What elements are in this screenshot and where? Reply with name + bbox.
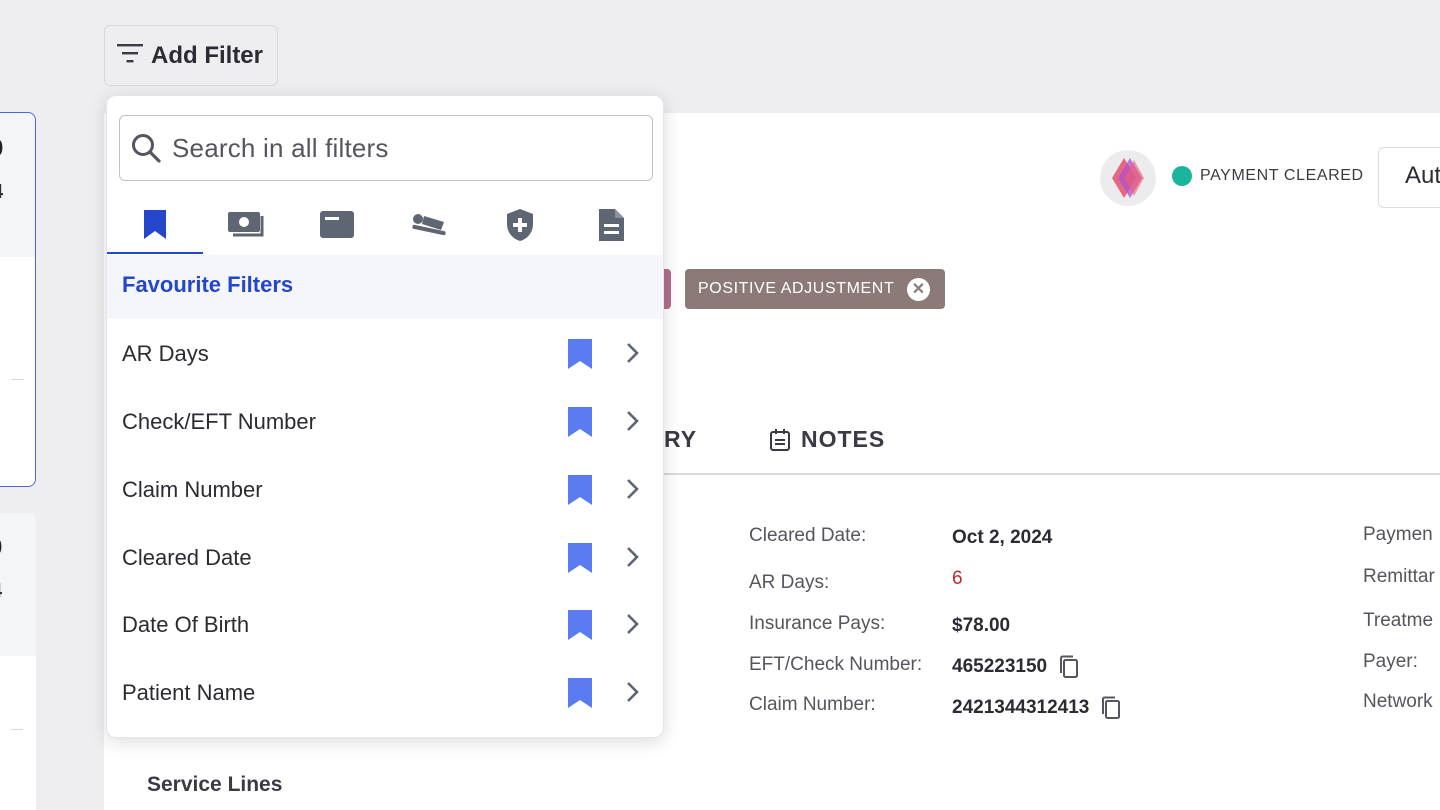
filter-item-label: Cleared Date	[122, 545, 252, 570]
payer-logo	[1100, 150, 1156, 206]
chevron-right-icon	[627, 411, 639, 431]
bookmark-icon[interactable]	[567, 406, 593, 438]
search-placeholder: Search in all filters	[172, 132, 389, 163]
tabs-divider	[664, 473, 1440, 475]
filter-icon	[117, 43, 143, 68]
chevron-right-icon	[627, 614, 639, 634]
tab-insurance[interactable]	[472, 200, 568, 254]
filter-category-tabs	[107, 200, 665, 254]
card-header	[0, 113, 35, 257]
document-icon	[599, 209, 624, 241]
cleared-date-label: Cleared Date:	[749, 525, 867, 546]
network-label: Network	[1363, 691, 1433, 712]
tab-notes-label: NOTES	[801, 426, 886, 452]
patient-icon	[412, 214, 446, 236]
ar-days-label: AR Days:	[749, 572, 830, 593]
treatment-label: Treatme	[1363, 610, 1434, 631]
payment-label: Paymen	[1363, 524, 1433, 545]
result-card-selected[interactable]: 0 4	[0, 112, 36, 487]
claim-number-label: Claim Number:	[749, 694, 876, 715]
add-filter-button[interactable]: Add Filter	[104, 25, 278, 86]
eft-check-label: EFT/Check Number:	[749, 654, 923, 675]
claim-number-value: 2421344312413	[952, 697, 1090, 718]
eft-check-row: 465223150	[952, 654, 1081, 680]
bookmark-icon	[144, 210, 166, 239]
copy-icon[interactable]	[1099, 695, 1123, 721]
divider	[11, 729, 23, 730]
copy-icon[interactable]	[1057, 654, 1081, 680]
chevron-right-icon	[627, 343, 639, 363]
chevron-right-icon	[627, 682, 639, 702]
tab-patient[interactable]	[381, 200, 477, 254]
favourite-filters-heading: Favourite Filters	[107, 255, 663, 319]
service-lines-heading: Service Lines	[147, 773, 283, 796]
search-input[interactable]: Search in all filters	[119, 115, 653, 181]
ar-days-value: 6	[952, 568, 963, 589]
chevron-right-icon	[627, 547, 639, 567]
card-sub: 4	[0, 181, 3, 204]
filter-dropdown: Search in all filters Favourite Filters …	[106, 95, 664, 738]
claim-number-row: 2421344312413	[952, 695, 1123, 721]
bookmark-icon[interactable]	[567, 609, 593, 641]
card-amount: 0	[0, 534, 2, 562]
card-header	[0, 513, 36, 656]
tab-claims[interactable]	[289, 200, 385, 254]
add-filter-label: Add Filter	[151, 41, 263, 69]
filter-item[interactable]: Cleared Date	[107, 524, 663, 592]
chip-label: POSITIVE ADJUSTMENT	[698, 280, 895, 297]
payer-label: Payer:	[1363, 651, 1418, 672]
filter-item[interactable]: Check/EFT Number	[107, 388, 663, 456]
auto-button[interactable]: Aut	[1378, 147, 1440, 208]
bookmark-icon[interactable]	[567, 542, 593, 574]
card-amount: 0	[0, 135, 3, 163]
bookmark-icon[interactable]	[567, 677, 593, 709]
tab-history[interactable]: RY	[664, 426, 697, 453]
divider	[12, 379, 24, 380]
filter-item-label: Check/EFT Number	[122, 409, 316, 434]
status-dot	[1172, 166, 1192, 186]
card-sub: 4	[0, 580, 2, 603]
filter-item-label: Date Of Birth	[122, 612, 250, 637]
shield-plus-icon	[507, 209, 533, 241]
positive-adjustment-chip[interactable]: POSITIVE ADJUSTMENT ✕	[685, 269, 945, 309]
bookmark-icon[interactable]	[567, 338, 593, 370]
result-card[interactable]: 0 4	[0, 513, 36, 810]
filter-item-label: Patient Name	[122, 680, 256, 705]
card-icon	[320, 211, 354, 238]
filter-item[interactable]: Patient Name	[107, 659, 663, 727]
tab-favourites[interactable]	[107, 200, 203, 254]
insurance-pays-label: Insurance Pays:	[749, 613, 886, 634]
remittance-label: Remittar	[1363, 566, 1435, 587]
search-icon	[132, 134, 161, 163]
tab-documents[interactable]	[563, 200, 659, 254]
chevron-right-icon	[627, 479, 639, 499]
eft-check-value: 465223150	[952, 656, 1048, 677]
money-icon	[228, 212, 264, 237]
filter-item-label: AR Days	[122, 341, 209, 366]
filter-item[interactable]: AR Days	[107, 320, 663, 388]
status-badge: PAYMENT CLEARED	[1172, 166, 1364, 186]
filter-item-label: Claim Number	[122, 477, 263, 502]
tab-notes[interactable]: NOTES	[769, 426, 885, 453]
insurance-pays-value: $78.00	[952, 615, 1011, 636]
filter-item[interactable]: Date Of Birth	[107, 591, 663, 659]
notes-icon	[770, 428, 790, 451]
status-text: PAYMENT CLEARED	[1200, 167, 1364, 184]
tab-payments[interactable]	[198, 200, 294, 254]
filter-item[interactable]: Claim Number	[107, 456, 663, 524]
cleared-date-value: Oct 2, 2024	[952, 527, 1053, 548]
bookmark-icon[interactable]	[567, 474, 593, 506]
close-icon[interactable]: ✕	[907, 278, 930, 301]
